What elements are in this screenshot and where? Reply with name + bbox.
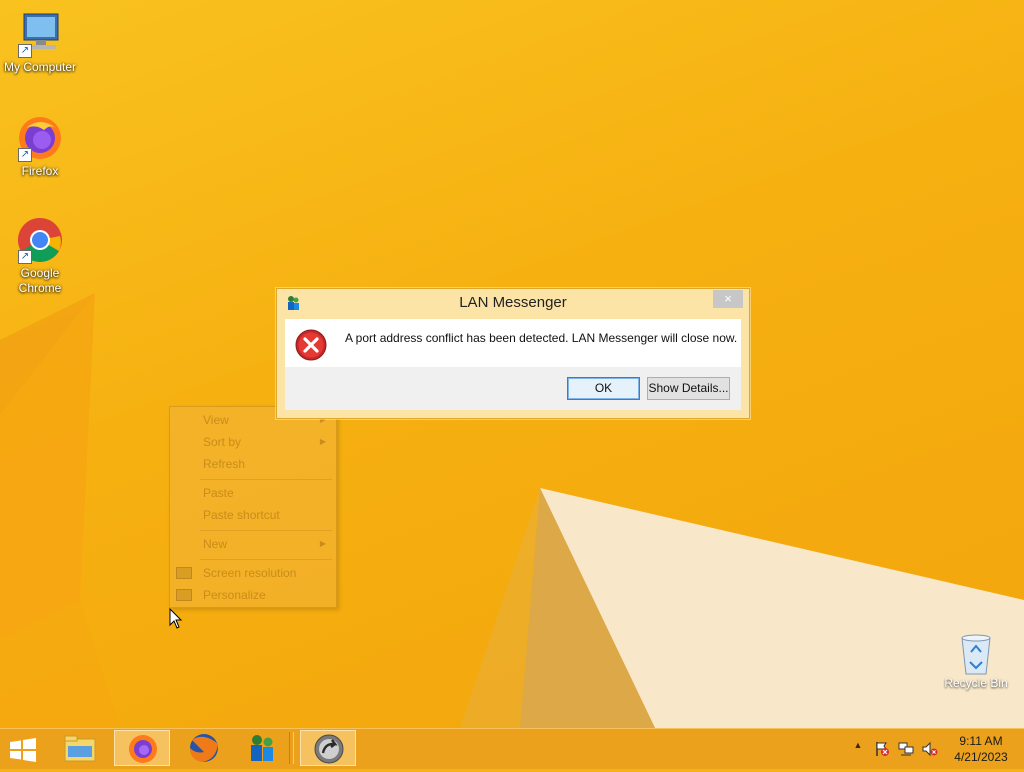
taskbar-setup[interactable] bbox=[300, 730, 356, 766]
dialog-title: LAN Messenger bbox=[459, 294, 567, 311]
ok-button[interactable]: OK bbox=[567, 377, 640, 400]
taskbar-clock[interactable]: 9:11 AM 4/21/2023 bbox=[948, 733, 1014, 765]
file-explorer-icon bbox=[64, 735, 96, 762]
ctx-item-view[interactable]: View bbox=[203, 413, 229, 427]
clock-time: 9:11 AM bbox=[959, 734, 1003, 748]
chrome-icon: ↗ bbox=[16, 216, 64, 264]
ctx-item-sort-by[interactable]: Sort by bbox=[203, 435, 241, 449]
desktop-icon-label: Google Chrome bbox=[18, 266, 62, 295]
dialog-footer: OK Show Details... bbox=[285, 367, 741, 410]
recycle-bin-icon bbox=[956, 630, 996, 676]
ctx-separator bbox=[200, 530, 332, 531]
personalize-icon bbox=[176, 589, 192, 601]
taskbar-grip bbox=[289, 732, 294, 764]
submenu-arrow-icon: ▶ bbox=[319, 437, 326, 446]
ctx-item-paste[interactable]: Paste bbox=[203, 486, 234, 500]
ctx-separator bbox=[200, 559, 332, 560]
volume-muted-icon[interactable] bbox=[922, 741, 938, 757]
action-center-flag-icon[interactable] bbox=[874, 741, 890, 757]
taskbar: ▲ 9:11 AM 4/21/2023 bbox=[0, 728, 1024, 769]
desktop[interactable]: ↗ My Computer ↗ Firefox ↗ Google Chrome … bbox=[0, 0, 1024, 728]
clock-date: 4/21/2023 bbox=[954, 750, 1008, 764]
ctx-item-personalize[interactable]: Personalize bbox=[203, 588, 266, 602]
close-button[interactable]: × bbox=[713, 290, 743, 308]
ctx-item-new[interactable]: New bbox=[203, 537, 227, 551]
desktop-icon-label: Recycle Bin bbox=[944, 676, 1008, 690]
desktop-icon-label: My Computer bbox=[3, 60, 77, 74]
ctx-item-refresh[interactable]: Refresh bbox=[203, 457, 245, 471]
display-icon bbox=[176, 567, 192, 579]
computer-icon: ↗ bbox=[16, 10, 64, 58]
taskbar-file-explorer[interactable] bbox=[52, 730, 108, 766]
dialog-body: A port address conflict has been detecte… bbox=[285, 319, 741, 367]
desktop-icon-recycle-bin[interactable]: Recycle Bin bbox=[940, 630, 1012, 690]
ctx-separator bbox=[200, 479, 332, 480]
dialog-message: A port address conflict has been detecte… bbox=[345, 331, 738, 345]
firefox-legacy-icon bbox=[190, 734, 218, 762]
submenu-arrow-icon: ▶ bbox=[319, 539, 326, 548]
desktop-icon-google-chrome[interactable]: ↗ Google Chrome bbox=[0, 216, 80, 296]
lan-messenger-icon bbox=[251, 735, 273, 761]
ctx-item-screen-resolution[interactable]: Screen resolution bbox=[203, 566, 296, 580]
firefox-icon: ↗ bbox=[16, 114, 64, 162]
show-hidden-icons-button[interactable]: ▲ bbox=[850, 740, 866, 756]
desktop-icon-my-computer[interactable]: ↗ My Computer bbox=[0, 10, 80, 74]
desktop-icon-label: Firefox bbox=[21, 164, 59, 178]
shortcut-arrow-icon: ↗ bbox=[18, 250, 32, 264]
taskbar-firefox[interactable] bbox=[114, 730, 170, 766]
network-icon[interactable] bbox=[898, 741, 914, 757]
show-details-button[interactable]: Show Details... bbox=[647, 377, 730, 400]
shortcut-arrow-icon: ↗ bbox=[18, 44, 32, 58]
start-button[interactable] bbox=[8, 737, 38, 763]
error-icon bbox=[295, 329, 327, 361]
ctx-item-paste-shortcut[interactable]: Paste shortcut bbox=[203, 508, 280, 522]
mouse-cursor-icon bbox=[169, 608, 183, 629]
firefox-icon bbox=[129, 735, 157, 763]
shortcut-arrow-icon: ↗ bbox=[18, 148, 32, 162]
desktop-context-menu: View ▶ Sort by ▶ Refresh Paste Paste sho… bbox=[169, 406, 337, 608]
setup-icon bbox=[314, 734, 344, 764]
windows-logo-icon bbox=[10, 738, 36, 762]
taskbar-lan-messenger[interactable] bbox=[235, 730, 291, 766]
lan-messenger-error-dialog: LAN Messenger × A port address conflict … bbox=[276, 288, 750, 419]
taskbar-firefox-legacy[interactable] bbox=[176, 730, 232, 766]
desktop-icon-firefox[interactable]: ↗ Firefox bbox=[0, 114, 80, 178]
